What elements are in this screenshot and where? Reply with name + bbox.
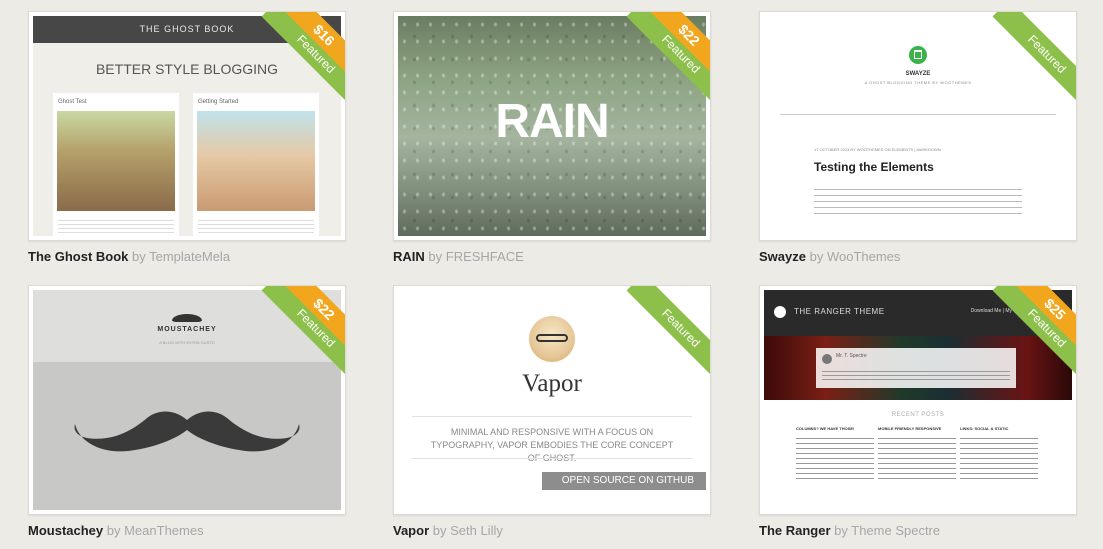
theme-author[interactable]: by FRESHFACE — [428, 249, 523, 264]
theme-thumbnail[interactable]: Vapor MINIMAL AND RESPONSIVE WITH A FOCU… — [393, 285, 711, 515]
theme-name[interactable]: The Ranger — [759, 523, 831, 538]
preview-text-lines — [814, 184, 1022, 218]
preview-column: COLUMNS? WE HAVE THOSE! — [796, 426, 874, 480]
preview-title: RAIN — [495, 95, 609, 148]
theme-thumbnail[interactable]: THE GHOST BOOK BETTER STYLE BLOGGING Gho… — [28, 11, 346, 241]
theme-card-ranger[interactable]: THE RANGER THEME Download Me | My Mr. T.… — [759, 285, 1077, 538]
theme-caption[interactable]: The Ranger by Theme Spectre — [759, 523, 1067, 538]
theme-card-moustachey[interactable]: MOUSTACHEY A BLOG WITH EXTRA GUSTO Featu… — [28, 285, 346, 538]
preview-column-heading: MOBILE FRIENDLY RESPONSIVE — [878, 426, 942, 431]
avatar — [822, 354, 832, 364]
preview-column-heading: LINKS: SOCIAL & STATIC — [960, 426, 1009, 431]
preview-text-lines — [960, 434, 1038, 480]
theme-author[interactable]: by Theme Spectre — [834, 523, 940, 538]
theme-card-swayze[interactable]: SWAYZE A GHOST BLOGGING THEME BY WOOTHEM… — [759, 11, 1077, 264]
preview-text-lines — [796, 434, 874, 480]
preview-brand: THE RANGER THEME — [794, 307, 885, 316]
theme-thumbnail[interactable]: SWAYZE A GHOST BLOGGING THEME BY WOOTHEM… — [759, 11, 1077, 241]
preview-post-card: Ghost Test — [53, 93, 179, 236]
theme-caption[interactable]: RAIN by FRESHFACE — [393, 249, 701, 264]
divider — [412, 458, 692, 459]
preview-author-name: Mr. T. Spectre — [836, 353, 867, 359]
theme-thumbnail[interactable]: RAIN Featured $22 — [393, 11, 711, 241]
theme-author[interactable]: by WooThemes — [810, 249, 901, 264]
preview-site-name: MOUSTACHEY — [157, 326, 217, 333]
preview-post-title: Testing the Elements — [814, 160, 934, 174]
theme-card-ghost-book[interactable]: THE GHOST BOOK BETTER STYLE BLOGGING Gho… — [28, 11, 346, 264]
preview-site-name: SWAYZE — [905, 71, 931, 77]
preview-tagline: A BLOG WITH EXTRA GUSTO — [159, 340, 215, 345]
theme-author[interactable]: by TemplateMela — [132, 249, 230, 264]
moustache-logo-icon — [172, 314, 202, 322]
preview-post-meta: 17 OCTOBER 2013 BY WOOTHEMES ON ELEMENTS… — [814, 147, 941, 152]
preview-text-lines — [198, 217, 314, 236]
theme-name[interactable]: The Ghost Book — [28, 249, 128, 264]
preview-column: LINKS: SOCIAL & STATIC — [960, 426, 1038, 480]
theme-caption[interactable]: Moustachey by MeanThemes — [28, 523, 336, 538]
preview-title: Vapor — [522, 370, 582, 397]
theme-thumbnail[interactable]: MOUSTACHEY A BLOG WITH EXTRA GUSTO Featu… — [28, 285, 346, 515]
theme-author[interactable]: by MeanThemes — [107, 523, 204, 538]
theme-caption[interactable]: Swayze by WooThemes — [759, 249, 1067, 264]
preview-photo — [197, 111, 315, 211]
preview-post-card: Getting Started — [193, 93, 319, 236]
theme-card-vapor[interactable]: Vapor MINIMAL AND RESPONSIVE WITH A FOCU… — [393, 285, 711, 538]
preview-recent-heading: RECENT POSTS — [891, 412, 945, 418]
preview-photo — [57, 111, 175, 211]
theme-name[interactable]: RAIN — [393, 249, 425, 264]
theme-name[interactable]: Swayze — [759, 249, 806, 264]
moon-logo-icon — [774, 306, 786, 318]
theme-thumbnail[interactable]: THE RANGER THEME Download Me | My Mr. T.… — [759, 285, 1077, 515]
preview-body: BETTER STYLE BLOGGING Ghost Test Getting… — [33, 43, 341, 236]
preview-description: MINIMAL AND RESPONSIVE WITH A FOCUS ON T… — [430, 427, 674, 463]
github-button: OPEN SOURCE ON GITHUB — [541, 472, 706, 490]
divider — [412, 416, 692, 417]
preview-column: MOBILE FRIENDLY RESPONSIVE — [878, 426, 956, 480]
preview-tagline: A GHOST BLOGGING THEME BY WOOTHEMES — [864, 80, 972, 85]
preview-post-title: Getting Started — [198, 99, 239, 105]
preview-text-lines — [822, 368, 1010, 382]
preview-post-title: Ghost Test — [58, 99, 87, 105]
theme-author[interactable]: by Seth Lilly — [433, 523, 503, 538]
preview-author-box: Mr. T. Spectre — [816, 348, 1016, 388]
preview-column-heading: COLUMNS? WE HAVE THOSE! — [796, 426, 855, 431]
swayze-logo-icon — [909, 46, 927, 64]
divider — [780, 114, 1056, 115]
preview-header-bar: THE GHOST BOOK — [33, 16, 341, 43]
theme-name[interactable]: Vapor — [393, 523, 429, 538]
theme-caption[interactable]: The Ghost Book by TemplateMela — [28, 249, 336, 264]
theme-card-rain[interactable]: RAIN Featured $22 RAIN by FRESHFACE — [393, 11, 711, 264]
moustache-icon — [74, 411, 300, 452]
glasses-icon — [536, 334, 568, 342]
avatar — [529, 316, 575, 362]
theme-caption[interactable]: Vapor by Seth Lilly — [393, 523, 701, 538]
preview-text-lines — [58, 217, 174, 236]
theme-name[interactable]: Moustachey — [28, 523, 103, 538]
preview-text-lines — [878, 434, 956, 480]
preview-nav: Download Me | My — [970, 308, 1012, 314]
preview-headline: BETTER STYLE BLOGGING — [95, 61, 279, 77]
preview-header: THE RANGER THEME Download Me | My — [764, 290, 1072, 336]
